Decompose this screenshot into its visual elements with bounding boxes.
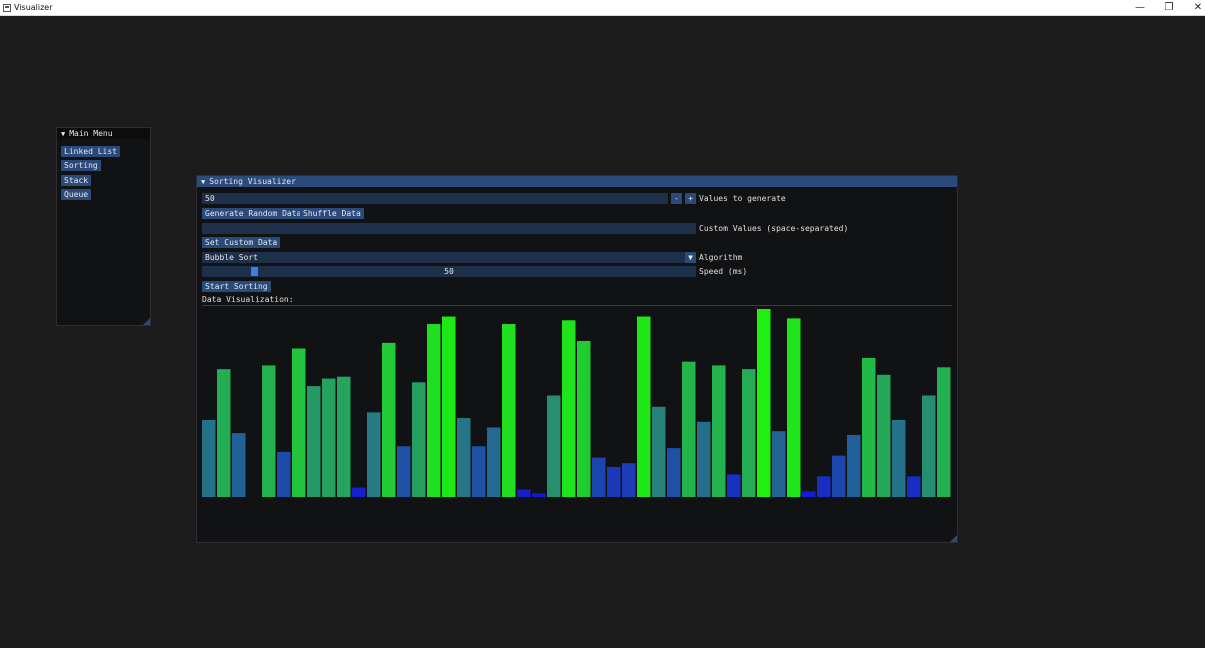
- data-bar: [412, 382, 426, 497]
- menu-item-queue[interactable]: Queue: [61, 189, 92, 200]
- data-bar: [442, 316, 456, 497]
- data-bar: [802, 491, 816, 497]
- sorting-visualizer-window: ▼ Sorting Visualizer 50 - + Values to gen…: [196, 175, 958, 543]
- algorithm-select[interactable]: Bubble Sort: [202, 252, 696, 263]
- decrement-button[interactable]: -: [671, 193, 682, 204]
- resize-grip[interactable]: [143, 318, 150, 325]
- data-bar: [232, 433, 246, 497]
- sorting-visualizer-title: Sorting Visualizer: [209, 177, 296, 186]
- data-bar: [292, 348, 306, 497]
- data-bar: [847, 434, 861, 497]
- algorithm-selected-value: Bubble Sort: [205, 253, 258, 262]
- algorithm-label: Algorithm: [699, 253, 743, 262]
- resize-grip[interactable]: [950, 535, 957, 542]
- increment-button[interactable]: +: [685, 193, 696, 204]
- app-window-icon: [3, 4, 11, 12]
- data-bar: [472, 446, 486, 497]
- values-count-input[interactable]: 50: [202, 193, 668, 204]
- data-bar: [532, 493, 546, 497]
- data-bar: [922, 395, 936, 497]
- bar-chart: [202, 309, 951, 497]
- speed-label: Speed (ms): [699, 267, 748, 276]
- data-bar: [787, 318, 801, 497]
- data-bar: [262, 365, 276, 497]
- data-bar: [712, 365, 726, 497]
- data-bar: [547, 395, 561, 497]
- data-bar: [382, 342, 396, 497]
- data-bar: [592, 457, 606, 497]
- data-bar: [322, 378, 336, 497]
- data-bar: [457, 418, 471, 497]
- data-bar: [937, 367, 951, 497]
- data-bar: [607, 466, 621, 497]
- collapse-arrow-icon[interactable]: ▼: [61, 130, 65, 138]
- data-bar: [562, 320, 576, 497]
- menu-item-linked-list[interactable]: Linked List: [61, 146, 120, 157]
- restore-button[interactable]: ❐: [1154, 0, 1184, 16]
- data-bar: [892, 419, 906, 497]
- minimize-button[interactable]: —: [1125, 0, 1155, 16]
- data-bar: [772, 431, 786, 497]
- menu-item-stack[interactable]: Stack: [61, 175, 92, 186]
- custom-values-input[interactable]: [202, 223, 696, 234]
- data-bar: [757, 309, 771, 497]
- data-bar: [202, 419, 216, 497]
- data-bar: [727, 474, 741, 497]
- data-bar: [622, 463, 636, 497]
- data-bar: [682, 361, 696, 497]
- data-bar: [502, 324, 516, 497]
- data-bar: [217, 369, 231, 497]
- data-bar: [397, 446, 411, 497]
- data-bar: [637, 316, 651, 497]
- data-bar: [337, 376, 351, 497]
- generate-random-data-button[interactable]: Generate Random Data: [202, 208, 305, 219]
- data-bar: [877, 374, 891, 497]
- data-bar: [487, 427, 501, 497]
- data-bar: [367, 412, 381, 497]
- speed-slider[interactable]: 50: [202, 266, 696, 277]
- values-count-label: Values to generate: [699, 194, 786, 203]
- separator: [202, 305, 952, 306]
- data-bar: [817, 476, 831, 497]
- data-bar: [907, 476, 921, 497]
- data-bar: [307, 386, 321, 497]
- custom-values-label: Custom Values (space-separated): [699, 224, 849, 233]
- data-bar: [577, 340, 591, 497]
- window-title: Visualizer: [14, 3, 53, 12]
- data-bar: [742, 369, 756, 497]
- speed-value: 50: [444, 267, 454, 276]
- data-bar: [832, 455, 846, 497]
- menu-item-sorting[interactable]: Sorting: [61, 160, 101, 171]
- data-bar: [697, 421, 711, 497]
- data-bar: [862, 357, 876, 497]
- data-bar: [352, 487, 366, 497]
- sorting-visualizer-titlebar[interactable]: ▼ Sorting Visualizer: [197, 176, 957, 187]
- os-titlebar: Visualizer — ❐ ✕: [0, 0, 1205, 16]
- main-menu-window: ▼ Main Menu Linked List Sorting Stack Que…: [56, 127, 151, 326]
- collapse-arrow-icon[interactable]: ▼: [201, 178, 205, 186]
- data-visualization-label: Data Visualization:: [202, 295, 294, 304]
- data-bar: [277, 451, 291, 497]
- chevron-down-icon[interactable]: ▼: [685, 252, 696, 263]
- close-button[interactable]: ✕: [1183, 0, 1205, 16]
- main-menu-titlebar[interactable]: ▼ Main Menu: [57, 128, 150, 139]
- main-menu-title: Main Menu: [69, 129, 113, 138]
- data-bar: [427, 324, 441, 497]
- data-bar: [667, 448, 681, 497]
- start-sorting-button[interactable]: Start Sorting: [202, 281, 271, 292]
- data-bar: [652, 406, 666, 497]
- shuffle-data-button[interactable]: Shuffle Data: [300, 208, 364, 219]
- set-custom-data-button[interactable]: Set Custom Data: [202, 237, 281, 248]
- data-bar: [517, 489, 531, 497]
